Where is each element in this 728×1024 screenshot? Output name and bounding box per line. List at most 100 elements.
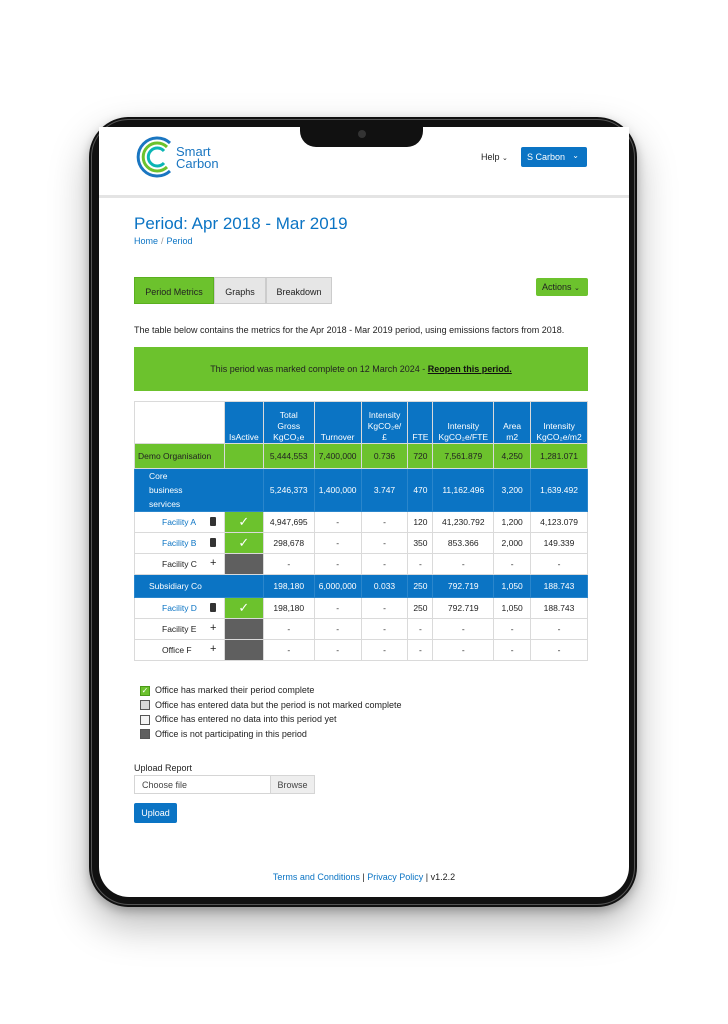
browse-button[interactable]: Browse xyxy=(270,776,314,793)
file-input[interactable]: Choose file Browse xyxy=(134,775,315,794)
table-row: Core business services 5,246,373 1,400,000… xyxy=(134,468,588,512)
column-header-line: Area xyxy=(503,421,522,431)
column-header-line: Total xyxy=(279,410,298,420)
tab-breakdown[interactable]: Breakdown xyxy=(266,277,332,304)
legend-label: Office has marked their period complete xyxy=(155,685,315,695)
table-row: Facility A ✓ 4,947,695- -120 41,230.792 1,200… xyxy=(134,511,588,533)
column-header: Intensity KgCO₂e/£ xyxy=(360,401,409,444)
metric-value: 4,123.079 xyxy=(530,511,588,533)
not-participating-cell[interactable] xyxy=(223,618,264,640)
metric-value: - xyxy=(262,553,315,575)
metric-value: - xyxy=(432,618,495,640)
status-swatch xyxy=(140,700,150,711)
tab-graphs[interactable]: Graphs xyxy=(214,277,266,304)
group-name[interactable]: Subsidiary Co xyxy=(134,574,264,598)
metric-value: 5,444,553 xyxy=(262,443,315,469)
metric-value: - xyxy=(313,532,362,554)
trash-icon[interactable] xyxy=(210,538,216,547)
chevron-down-icon: ⌄ xyxy=(572,151,579,160)
privacy-link[interactable]: Privacy Policy xyxy=(367,872,423,882)
plus-icon[interactable]: + xyxy=(210,622,216,634)
metric-value: - xyxy=(313,553,362,575)
footer-version: | v1.2.2 xyxy=(423,872,456,882)
metric-value: - xyxy=(313,618,362,640)
tab-period-metrics[interactable]: Period Metrics xyxy=(134,277,214,304)
metric-value: 1,639.492 xyxy=(530,468,588,512)
legend-item: Office is not participating in this peri… xyxy=(140,729,307,740)
table-row: Facility E + - - - - - - - xyxy=(134,618,588,640)
facility-link[interactable]: Facility C xyxy=(162,559,197,569)
table-row: Facility D ✓ 198,180- -250 792.719 1,050 188.7… xyxy=(134,597,588,619)
actions-button[interactable]: Actions ⌄ xyxy=(536,278,588,296)
metric-value: 250 xyxy=(407,597,434,619)
column-header: Intensity KgCO₂e/m2 xyxy=(530,401,588,444)
facility-name-cell: Facility E + xyxy=(134,618,225,640)
metric-value: 198,180 xyxy=(262,597,315,619)
table-row: Facility B ✓ 298,678- -350 853.366 2,000 149.3… xyxy=(134,532,588,554)
metric-value: 149.339 xyxy=(530,532,588,554)
check-icon: ✓ xyxy=(140,685,150,696)
plus-icon[interactable]: + xyxy=(210,643,216,655)
trash-icon[interactable] xyxy=(210,517,216,526)
upload-button[interactable]: Upload xyxy=(134,803,177,823)
reopen-period-link[interactable]: Reopen this period. xyxy=(428,364,512,374)
facility-link[interactable]: Facility A xyxy=(162,517,196,527)
breadcrumb-period[interactable]: Period xyxy=(167,236,193,246)
group-name[interactable]: Core business services xyxy=(134,468,264,512)
chevron-down-icon: ⌄ xyxy=(502,155,508,162)
legend-label: Office has entered no data into this per… xyxy=(155,714,337,724)
facility-name-cell: Facility D xyxy=(134,597,225,619)
smart-carbon-logo[interactable] xyxy=(134,135,176,179)
facility-name-cell: Facility B xyxy=(134,532,225,554)
check-icon[interactable]: ✓ xyxy=(223,532,264,554)
column-header-line: Turnover xyxy=(320,432,355,442)
footer: Terms and Conditions | Privacy Policy | … xyxy=(99,872,629,882)
metric-value: - xyxy=(313,597,362,619)
metric-value: - xyxy=(360,639,409,661)
metric-value: 0.736 xyxy=(360,443,409,469)
banner-text: This period was marked complete on 12 Ma… xyxy=(210,364,428,374)
facility-link[interactable]: Facility E xyxy=(162,624,196,634)
not-participating-cell[interactable] xyxy=(223,553,264,575)
metric-value: - xyxy=(530,553,588,575)
metric-value: - xyxy=(360,618,409,640)
metric-value: 188.743 xyxy=(530,597,588,619)
metric-value: - xyxy=(530,639,588,661)
metric-value: 1,050 xyxy=(493,574,532,598)
breadcrumb-home[interactable]: Home xyxy=(134,236,158,246)
facility-link[interactable]: Office F xyxy=(162,645,192,655)
metric-value: 120 xyxy=(407,511,434,533)
column-header-line: KgCO₂e xyxy=(273,432,305,442)
header-blank xyxy=(134,401,225,444)
metric-value: 470 xyxy=(407,468,434,512)
check-icon[interactable]: ✓ xyxy=(223,597,264,619)
metric-value: - xyxy=(313,511,362,533)
not-participating-cell[interactable] xyxy=(223,639,264,661)
table-row: Facility C + - - - - - - - xyxy=(134,553,588,575)
brand-name: Smart Carbon xyxy=(176,145,219,170)
help-menu[interactable]: Help ⌄ xyxy=(481,152,508,162)
metric-value: - xyxy=(407,639,434,661)
plus-icon[interactable]: + xyxy=(210,557,216,569)
column-header: Area m2 xyxy=(493,401,532,444)
metric-value: 1,281.071 xyxy=(530,443,588,469)
metric-value: 250 xyxy=(407,574,434,598)
column-header-line: Gross xyxy=(277,421,301,431)
metric-value: - xyxy=(313,639,362,661)
metric-value: - xyxy=(530,618,588,640)
check-icon[interactable]: ✓ xyxy=(223,511,264,533)
facility-link[interactable]: Facility B xyxy=(162,538,196,548)
metric-value: 41,230.792 xyxy=(432,511,495,533)
metric-value: 7,400,000 xyxy=(313,443,362,469)
metric-value: 198,180 xyxy=(262,574,315,598)
column-header: Turnover xyxy=(313,401,362,444)
column-header-line: KgCO₂e/ xyxy=(367,421,402,431)
terms-link[interactable]: Terms and Conditions xyxy=(273,872,360,882)
status-swatch xyxy=(140,714,150,725)
facility-link[interactable]: Facility D xyxy=(162,603,197,613)
metric-value: - xyxy=(360,553,409,575)
trash-icon[interactable] xyxy=(210,603,216,612)
metric-value: - xyxy=(407,618,434,640)
metric-value: 3.747 xyxy=(360,468,409,512)
user-menu-button[interactable]: S Carbon ⌄ xyxy=(521,147,587,167)
